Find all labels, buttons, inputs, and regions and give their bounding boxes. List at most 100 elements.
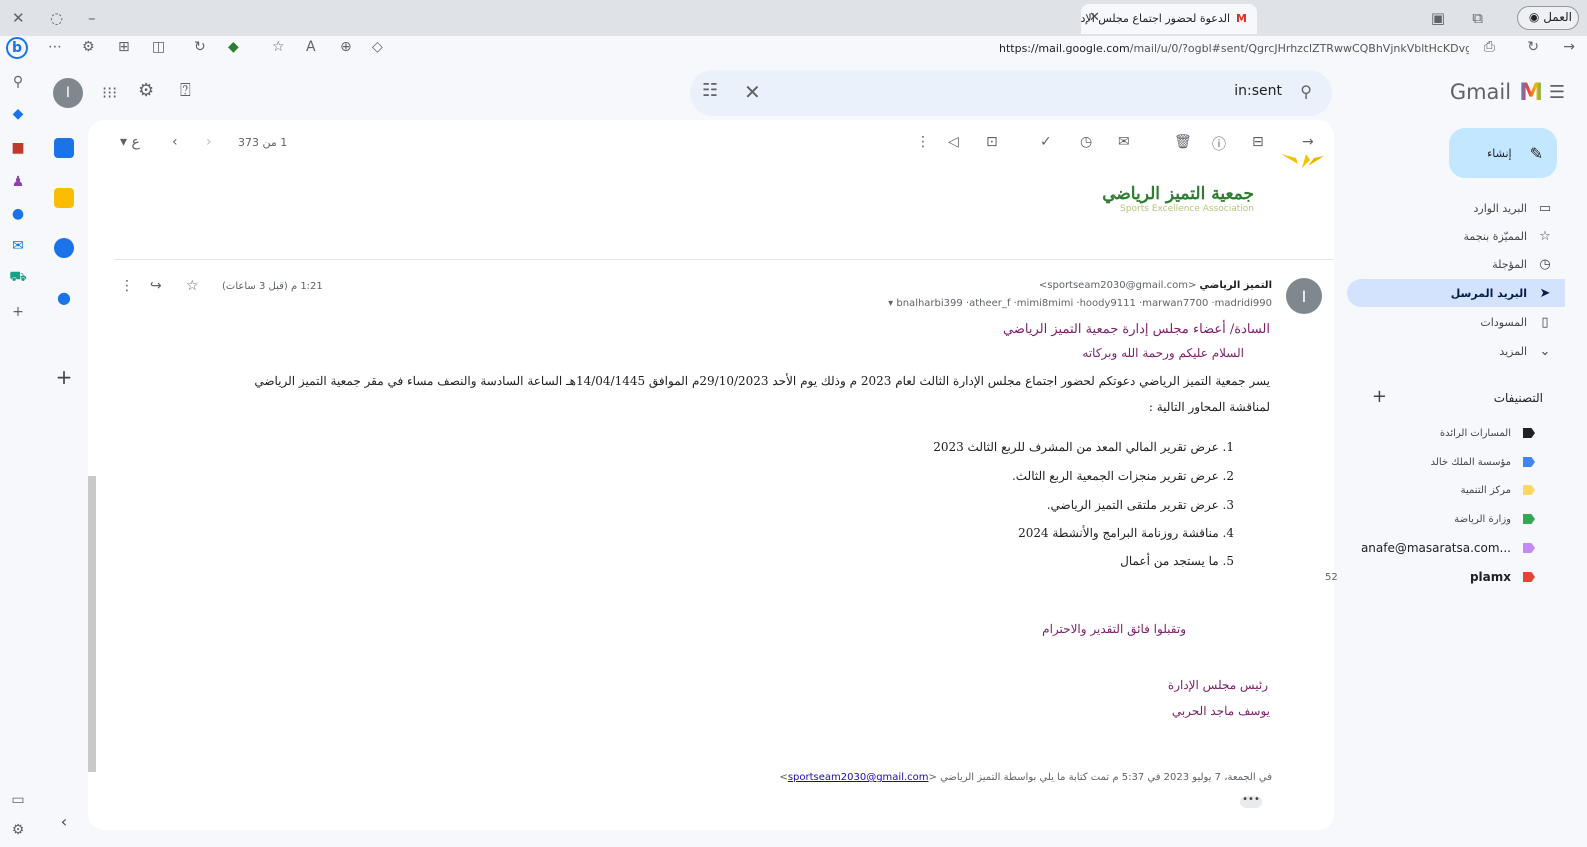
search-icon[interactable]: ⚲ [8,72,28,92]
browser-sidebar: ⚲ ◆ ■ ♟ ● ✉ ⛟ + ▭ ⚙ [0,62,36,847]
tasks-icon[interactable] [54,238,74,258]
zoom-icon[interactable]: ⊕ [340,39,352,55]
older-icon[interactable]: › [206,134,212,150]
org-logo: جمعية التميز الرياضي Sports Excellence A… [1102,184,1254,214]
add-label-icon[interactable]: + [1372,386,1387,407]
recipients-line[interactable]: ▾ bnalharbi399 ·atheer_f ·mimi8mimi ·hoo… [888,298,1272,309]
send-icon: ➤ [1539,285,1551,301]
pencil-icon: ✎ [1529,143,1543,163]
contacts-icon[interactable]: ● [54,288,74,308]
more-icon[interactable]: ⋯ [48,39,62,55]
sidebar-toggle-icon[interactable]: ▭ [8,790,28,810]
show-trimmed-content-button[interactable]: ••• [1240,795,1262,808]
nav-item-more[interactable]: ⌄ المزيد [1347,337,1557,365]
favorite-icon[interactable]: ☆ [272,39,285,55]
close-window-icon[interactable]: ✕ [12,9,25,27]
reader-icon[interactable]: ◇ [372,39,383,55]
label-name: المسارات الرائدة [1439,427,1511,439]
mark-unread-icon[interactable]: ✉ [1118,134,1130,150]
message-toolbar: ▾ ع ‹ › 1 من 373 ⋮ ◁ ⊡ ✓ ◷ ✉ 🗑 ⓘ ⊟ → [88,120,1334,164]
help-icon[interactable]: ⍰ [180,80,191,101]
gmail-logo[interactable]: Gmail M [1450,78,1543,106]
tab-list-icon[interactable]: ▣ [1431,9,1445,27]
extensions-icon[interactable]: ⚙ [82,39,95,55]
office-icon[interactable]: ● [8,204,28,224]
intro-paragraph: يسر جمعية التميز الرياضي دعوتكم لحضور اج… [254,374,1270,388]
clear-search-icon[interactable]: ✕ [744,80,761,104]
label-item[interactable]: مركز التنمية [1325,477,1535,503]
outlook-icon[interactable]: ✉ [8,236,28,256]
search-bar[interactable]: ☷ ✕ in:sent ⚲ [690,70,1332,116]
account-avatar[interactable]: I [53,78,83,108]
search-input[interactable]: in:sent [1234,83,1282,99]
label-item[interactable]: وزارة الرياضة [1325,506,1535,532]
tab-title: الدعوة لحضور اجتماع مجلس الإدارة [1081,12,1231,25]
nav-item-inbox[interactable]: ▭ البريد الوارد [1347,194,1557,222]
site-info-icon[interactable]: ⎙ [1484,39,1495,55]
more-actions-icon[interactable]: ⋮ [916,134,930,150]
shopping-icon[interactable]: ◆ [8,104,28,124]
label-item[interactable]: anafe@masaratsa.com... [1325,535,1535,561]
tab-actions-icon[interactable]: ◌ [50,9,63,27]
label-icon[interactable]: ◁ [948,134,959,150]
forward-icon[interactable]: ↪ [150,278,162,294]
quote-email-link[interactable]: sportseam2030@gmail.com [788,772,929,783]
nav-item-snoozed[interactable]: ◷ المؤجلة [1347,250,1557,278]
refresh-icon[interactable]: ↻ [194,39,206,55]
compose-button[interactable]: ✎ إنشاء [1449,128,1557,178]
move-to-icon[interactable]: ⊡ [986,134,998,150]
games-icon[interactable]: ♟ [8,172,28,192]
url-field[interactable]: https://mail.google.com/mail/u/0/?ogbl#s… [999,39,1469,59]
search-icon[interactable]: ⚲ [1300,82,1312,101]
workspaces-icon[interactable]: ⧉ [1472,9,1483,27]
signature-title: رئيس مجلس الإدارة [1167,678,1268,692]
read-aloud-icon[interactable]: A [306,39,316,55]
apps-grid-icon[interactable]: ⁝⁝⁝ [102,83,117,102]
report-spam-icon[interactable]: ⓘ [1212,134,1226,154]
bing-icon[interactable]: b [6,37,28,59]
profile-button[interactable]: العمل ◉ [1517,6,1579,30]
scrollbar[interactable] [88,476,96,772]
nav-item-starred[interactable]: ☆ المميّزة بنجمة [1347,222,1557,250]
archive-icon[interactable]: ⊟ [1252,134,1264,150]
forward-icon[interactable]: → [1563,39,1575,55]
label-item[interactable]: plamx 52 [1325,564,1535,590]
input-tools-icon[interactable]: ▾ ع [120,134,140,150]
get-addons-icon[interactable]: + [54,367,74,388]
newer-icon[interactable]: ‹ [172,134,178,150]
keep-icon[interactable] [54,188,74,208]
agenda-item: 5. ما يستجد من أعمال [1120,554,1234,568]
url-path: /mail/u/0/?ogbl#sent/QgrcJHrhzclZTRwwCQB… [1129,42,1469,55]
recipients-expand-icon[interactable]: ▾ [888,298,893,309]
reload-icon[interactable]: ↻ [1527,39,1539,55]
cart-icon[interactable]: ⛟ [8,268,28,288]
nav-item-drafts[interactable]: ▯ المسودات [1347,308,1557,336]
search-options-icon[interactable]: ☷ [702,80,718,101]
tab-active[interactable]: M الدعوة لحضور اجتماع مجلس الإدارة ✕ [1081,4,1257,34]
tab-close-icon[interactable]: ✕ [1089,10,1100,25]
sender-avatar[interactable]: I [1286,278,1322,314]
back-icon[interactable]: → [1302,134,1314,150]
label-item[interactable]: مؤسسة الملك خالد [1325,449,1535,475]
star-icon[interactable]: ☆ [186,278,199,294]
tools-icon[interactable]: ■ [8,138,28,158]
add-sidebar-app-icon[interactable]: + [8,302,28,322]
split-screen-icon[interactable]: ◫ [152,39,165,55]
browser-essentials-icon[interactable]: ◆ [228,39,239,55]
collections-icon[interactable]: ⊞ [118,39,130,55]
delete-icon[interactable]: 🗑 [1174,134,1192,150]
message-more-icon[interactable]: ⋮ [120,278,134,294]
label-tag-icon [1523,514,1535,524]
snooze-icon[interactable]: ◷ [1080,134,1092,150]
nav-item-sent[interactable]: ➤ البريد المرسل [1347,279,1565,307]
calendar-icon[interactable] [54,138,74,158]
collapse-rail-icon[interactable]: ‹ [54,812,74,832]
settings-icon[interactable]: ⚙ [138,80,154,101]
sidebar-settings-icon[interactable]: ⚙ [8,820,28,840]
add-to-tasks-icon[interactable]: ✓ [1040,134,1052,150]
main-menu-icon[interactable]: ☰ [1549,82,1565,103]
chevron-down-icon: ⌄ [1539,343,1551,359]
label-item[interactable]: المسارات الرائدة [1325,420,1535,446]
minimize-icon[interactable]: – [88,9,96,27]
sender-name[interactable]: التميز الرياضي [1200,280,1272,291]
